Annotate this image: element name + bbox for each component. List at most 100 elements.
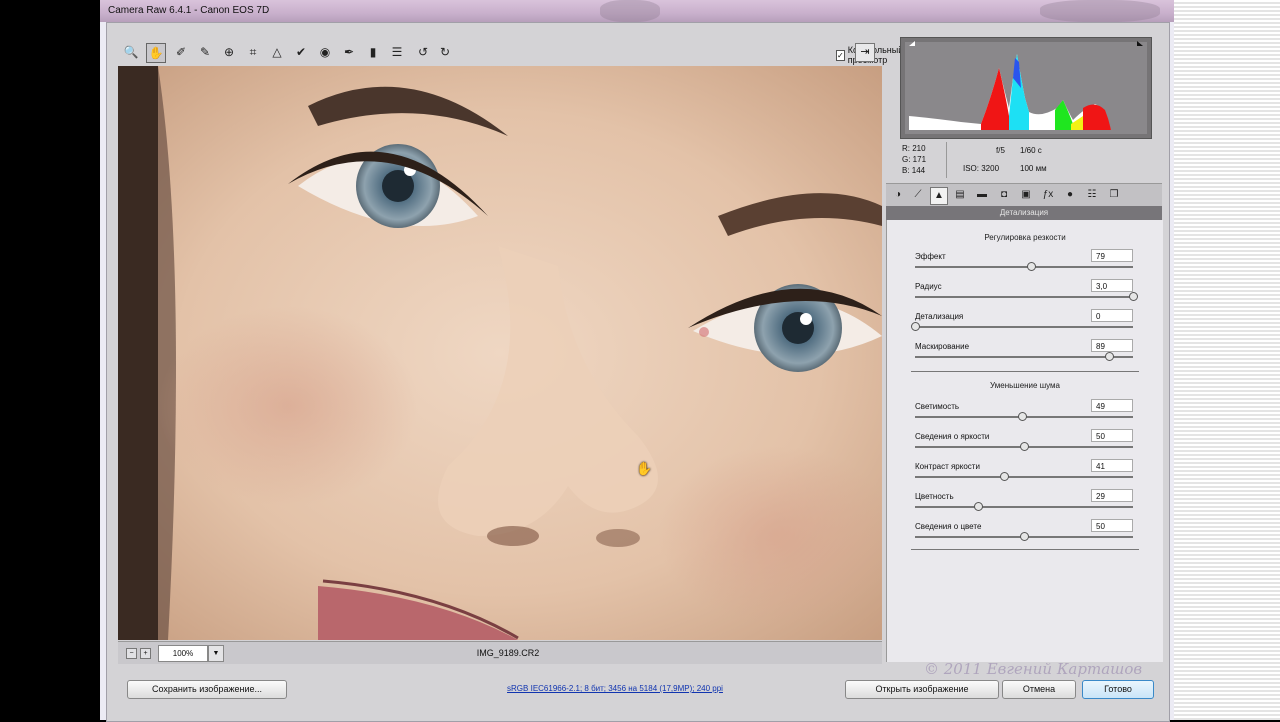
- slider-value-field[interactable]: 49: [1091, 399, 1133, 412]
- file-name: IMG_9189.CR2: [476, 648, 540, 658]
- blue-value: B: 144: [902, 166, 926, 175]
- slider-label: Контраст яркости: [915, 462, 980, 471]
- slider-label: Сведения о цвете: [915, 522, 982, 531]
- spot-removal-icon[interactable]: ✔: [292, 43, 310, 61]
- tone-curve-tab-icon[interactable]: ⟋: [910, 187, 926, 203]
- detail-tab-icon[interactable]: ▲: [930, 187, 948, 205]
- slider-thumb[interactable]: [1026, 262, 1036, 271]
- slider-sharpening-3[interactable]: Маскирование 89: [915, 339, 1135, 372]
- image-preview[interactable]: [118, 66, 882, 640]
- hand-cursor-icon: ✋: [636, 461, 653, 476]
- slider-track[interactable]: [915, 506, 1133, 508]
- slider-value-field[interactable]: 3,0: [1091, 279, 1133, 292]
- slider-track[interactable]: [915, 476, 1133, 478]
- slider-value-field[interactable]: 41: [1091, 459, 1133, 472]
- slider-thumb[interactable]: [1017, 412, 1027, 421]
- image-status-bar: − + 100% ▼ IMG_9189.CR2: [118, 641, 882, 664]
- focal-length-value: 100 мм: [1020, 164, 1047, 173]
- slider-label: Детализация: [915, 312, 964, 321]
- graduated-filter-icon[interactable]: ▮: [364, 43, 382, 61]
- slider-noise-0[interactable]: Светимость 49: [915, 399, 1135, 432]
- effects-tab-icon[interactable]: ▣: [1018, 187, 1034, 203]
- rotate-right-icon[interactable]: ↻: [436, 43, 454, 61]
- save-image-button[interactable]: Сохранить изображение...: [127, 680, 287, 699]
- slider-noise-1[interactable]: Сведения о яркости 50: [915, 429, 1135, 462]
- straighten-icon[interactable]: △: [268, 43, 286, 61]
- copyright-watermark: © 2011 Евгений Карташов: [924, 660, 1143, 678]
- slider-label: Светимость: [915, 402, 960, 411]
- slider-track[interactable]: [915, 296, 1133, 298]
- crop-icon[interactable]: ⌗: [244, 43, 262, 61]
- zoom-dropdown-icon[interactable]: ▼: [208, 645, 224, 662]
- red-value: R: 210: [902, 144, 926, 153]
- slider-sharpening-1[interactable]: Радиус 3,0: [915, 279, 1138, 312]
- fullscreen-icon[interactable]: ⇥: [855, 43, 875, 62]
- slider-thumb[interactable]: [1020, 532, 1029, 541]
- green-value: G: 171: [902, 155, 927, 164]
- zoom-level[interactable]: 100%: [158, 645, 208, 662]
- slider-noise-4[interactable]: Сведения о цвете 50: [915, 519, 1135, 552]
- slider-thumb[interactable]: [974, 502, 984, 511]
- left-black-border: [0, 0, 100, 720]
- fx-tab-icon[interactable]: ƒx: [1040, 187, 1056, 203]
- slider-noise-2[interactable]: Контраст яркости 41: [915, 459, 1135, 492]
- slider-thumb[interactable]: [1105, 352, 1115, 361]
- slider-value-field[interactable]: 0: [1091, 309, 1133, 322]
- open-image-button[interactable]: Открыть изображение: [845, 680, 999, 699]
- background-strip: [1174, 0, 1280, 720]
- workflow-options-link[interactable]: sRGB IEC61966-2.1; 8 бит; 3456 на 5184 (…: [430, 684, 800, 693]
- zoom-icon[interactable]: 🔍: [122, 43, 140, 61]
- color-sampler-icon[interactable]: ✎: [196, 43, 214, 61]
- presets-tab-icon[interactable]: ☷: [1084, 187, 1100, 203]
- sharpening-section-title: Регулировка резкости: [984, 233, 1066, 242]
- target-adjust-icon[interactable]: ⊕: [220, 43, 238, 61]
- zoom-in-icon[interactable]: +: [140, 648, 151, 659]
- snapshots-tab-icon[interactable]: ❐: [1106, 187, 1122, 203]
- rotate-left-icon[interactable]: ↺: [414, 43, 432, 61]
- titlebar-shadow: [600, 0, 660, 22]
- done-button[interactable]: Готово: [1082, 680, 1154, 699]
- slider-value-field[interactable]: 50: [1091, 429, 1133, 442]
- slider-sharpening-0[interactable]: Эффект 79: [915, 249, 1135, 282]
- slider-value-field[interactable]: 50: [1091, 519, 1133, 532]
- slider-thumb[interactable]: [1000, 472, 1010, 481]
- shutter-value: 1/60 с: [1020, 146, 1042, 155]
- slider-value-field[interactable]: 79: [1091, 249, 1133, 262]
- slider-thumb[interactable]: [911, 322, 920, 331]
- hsl-tab-icon[interactable]: ▤: [952, 187, 968, 203]
- slider-value-field[interactable]: 89: [1091, 339, 1133, 352]
- white-balance-icon[interactable]: ✐: [172, 43, 190, 61]
- pixel-readout: R: 210 G: 171 B: 144 f/5 1/60 с ISO: 320…: [900, 142, 1150, 182]
- adjustment-brush-icon[interactable]: ✒: [340, 43, 358, 61]
- title-bar: Camera Raw 6.4.1 - Canon EOS 7D: [100, 0, 1174, 22]
- slider-value-field[interactable]: 29: [1091, 489, 1133, 502]
- aperture-value: f/5: [996, 146, 1005, 155]
- slider-track[interactable]: [915, 326, 1133, 328]
- preview-checkbox[interactable]: ✓: [836, 49, 845, 61]
- slider-track[interactable]: [915, 356, 1133, 358]
- zoom-out-icon[interactable]: −: [126, 648, 137, 659]
- slider-sharpening-2[interactable]: Детализация 0: [911, 309, 1135, 342]
- slider-label: Сведения о яркости: [915, 432, 990, 441]
- histogram-graph: [905, 41, 1147, 134]
- basic-tab-icon[interactable]: ◑: [890, 187, 906, 203]
- slider-noise-3[interactable]: Цветность 29: [915, 489, 1135, 522]
- split-toning-tab-icon[interactable]: ▬: [974, 187, 990, 203]
- camera-calibration-tab-icon[interactable]: ●: [1062, 187, 1078, 203]
- slider-track[interactable]: [915, 266, 1133, 268]
- titlebar-shadow: [1040, 0, 1160, 22]
- slider-thumb[interactable]: [1129, 292, 1138, 301]
- lens-corrections-tab-icon[interactable]: ◘: [996, 187, 1012, 203]
- slider-label: Цветность: [915, 492, 954, 501]
- red-eye-icon[interactable]: ◉: [316, 43, 334, 61]
- slider-label: Маскирование: [915, 342, 970, 351]
- preferences-icon[interactable]: ☰: [388, 43, 406, 61]
- slider-thumb[interactable]: [1020, 442, 1029, 451]
- panel-title: Детализация: [886, 206, 1162, 220]
- iso-value: ISO: 3200: [963, 164, 1000, 173]
- panel-tabs: ◑ ⟋ ▲ ▤ ▬ ◘ ▣ ƒx ● ☷ ❐: [886, 183, 1162, 207]
- histogram: [900, 37, 1152, 139]
- cancel-button[interactable]: Отмена: [1002, 680, 1076, 699]
- hand-icon[interactable]: ✋: [146, 43, 166, 63]
- detail-panel: Регулировка резкости Эффект 79 Радиус 3,0 Де…: [886, 220, 1163, 662]
